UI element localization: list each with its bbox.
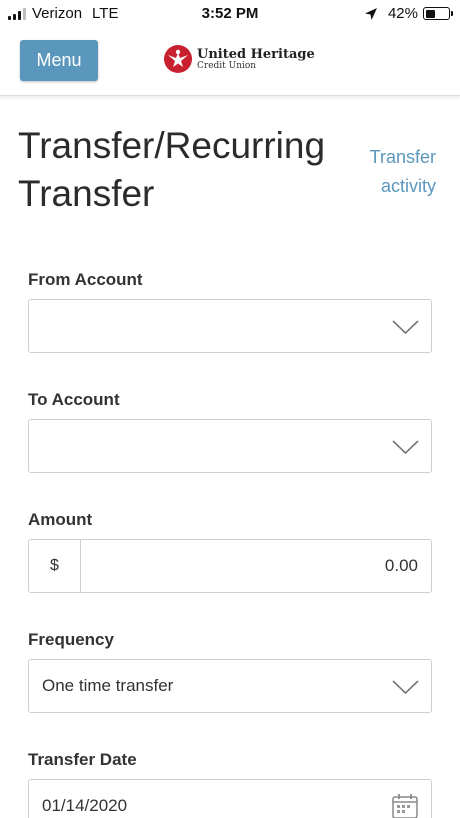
chevron-down-icon xyxy=(392,440,419,455)
battery-percent: 42% xyxy=(387,5,418,22)
transfer-activity-link[interactable]: Transfer activity xyxy=(326,143,436,201)
eagle-logo-icon xyxy=(164,45,192,73)
logo-name: United Heritage xyxy=(197,46,315,62)
currency-symbol: $ xyxy=(29,540,81,592)
logo-text: United Heritage Credit Union xyxy=(197,48,315,71)
location-arrow-icon xyxy=(364,7,377,20)
logo[interactable]: United Heritage Credit Union xyxy=(163,44,315,74)
status-right: 42% xyxy=(364,5,453,22)
transfer-date-label: Transfer Date xyxy=(28,750,137,769)
calendar-icon[interactable] xyxy=(391,792,419,818)
chevron-down-icon xyxy=(392,680,419,695)
frequency-label: Frequency xyxy=(28,630,114,649)
to-account-select[interactable] xyxy=(28,419,432,473)
from-account-label: From Account xyxy=(28,270,143,289)
frequency-select[interactable]: One time transfer xyxy=(28,659,432,713)
from-account-select[interactable] xyxy=(28,299,432,353)
frequency-value: One time transfer xyxy=(42,676,174,695)
menu-button[interactable]: Menu xyxy=(20,40,98,81)
battery-icon xyxy=(423,7,453,20)
logo-subtitle: Credit Union xyxy=(197,60,257,71)
page-title: Transfer/Recurring Transfer xyxy=(18,125,326,214)
chevron-down-icon xyxy=(392,320,419,335)
to-account-label: To Account xyxy=(28,390,120,409)
transfer-date-value: 01/14/2020 xyxy=(42,796,128,815)
amount-label: Amount xyxy=(28,510,93,529)
amount-input[interactable]: 0.00 xyxy=(81,540,431,592)
transfer-date-input[interactable]: 01/14/2020 xyxy=(28,779,432,818)
app-header: Menu United Heritage Credit Union xyxy=(0,28,460,96)
status-bar: Verizon LTE 3:52 PM 42% xyxy=(0,0,460,28)
amount-input-group: $ 0.00 xyxy=(28,539,432,593)
